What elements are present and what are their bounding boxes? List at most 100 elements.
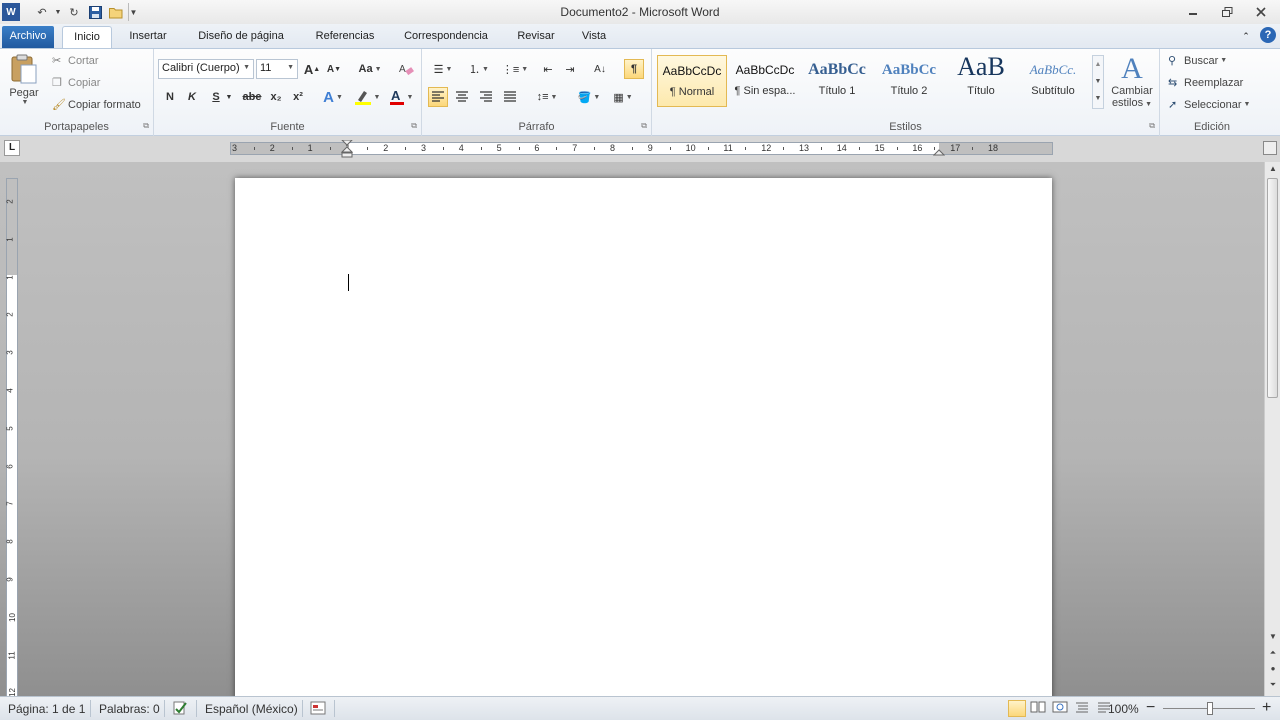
change-styles-label-2-text: estilos xyxy=(1111,97,1144,109)
line-spacing-button[interactable]: ↕≡ ▼ xyxy=(532,87,562,107)
chevron-up-icon[interactable]: ▲ xyxy=(1093,56,1103,73)
zoom-level[interactable]: 100% xyxy=(1108,702,1139,716)
change-styles-button[interactable]: A Cambiar estilos ▼ xyxy=(1108,53,1156,110)
bold-button[interactable]: N xyxy=(160,87,180,107)
borders-button[interactable]: ▦ ▼ xyxy=(608,87,638,107)
macro-record-icon[interactable] xyxy=(310,700,326,719)
font-family-select[interactable]: Calibri (Cuerpo) ▼ xyxy=(158,59,254,79)
cut-button[interactable]: ✂ Cortar xyxy=(52,54,99,68)
previous-page-icon[interactable]: ⏶ xyxy=(1266,646,1280,660)
print-layout-view-icon[interactable] xyxy=(1008,700,1026,717)
svg-text:A: A xyxy=(391,88,401,103)
proofing-icon[interactable] xyxy=(172,700,188,719)
vertical-ruler-number: 5 xyxy=(5,426,15,431)
tab-inicio[interactable]: Inicio xyxy=(62,26,112,48)
close-icon[interactable] xyxy=(1246,2,1276,22)
font-size-select[interactable]: 11 ▼ xyxy=(256,59,298,79)
help-icon[interactable]: ? xyxy=(1260,27,1276,43)
page-count[interactable]: Página: 1 de 1 xyxy=(8,702,85,716)
browse-object-icon[interactable]: ● xyxy=(1266,662,1280,676)
tab-vista[interactable]: Vista xyxy=(572,26,616,48)
tab-correspondencia[interactable]: Correspondencia xyxy=(392,26,500,48)
find-button[interactable]: ⚲ Buscar ▼ xyxy=(1168,54,1227,68)
zoom-out-button[interactable]: − xyxy=(1146,699,1155,717)
format-painter-button[interactable]: 🖌 Copiar formato xyxy=(52,98,141,112)
styles-launcher-icon[interactable]: ⧉ xyxy=(1149,121,1155,131)
select-label: Seleccionar xyxy=(1184,98,1242,111)
restore-icon[interactable] xyxy=(1212,2,1242,22)
bullet-list-icon: ☰ xyxy=(433,63,444,76)
highlight-button[interactable]: ▼ xyxy=(352,87,382,107)
style-title[interactable]: AaB Título xyxy=(946,55,1016,107)
scroll-down-icon[interactable]: ▼ xyxy=(1266,630,1280,644)
minimize-ribbon-icon[interactable]: ⌃ xyxy=(1238,26,1254,48)
language-indicator[interactable]: Español (México) xyxy=(205,702,298,716)
scrollbar-thumb[interactable] xyxy=(1267,178,1278,398)
replace-button[interactable]: ⇆ Reemplazar xyxy=(1168,76,1243,90)
copy-button[interactable]: ❐ Copiar xyxy=(52,76,100,90)
clear-formatting-button[interactable]: A xyxy=(396,59,416,79)
strikethrough-button[interactable]: abe xyxy=(240,87,264,107)
sort-button[interactable]: A↓ xyxy=(590,59,610,79)
format-painter-label: Copiar formato xyxy=(68,98,141,111)
align-center-button[interactable] xyxy=(452,87,472,107)
indent-marker-icon[interactable] xyxy=(341,140,353,158)
underline-dropdown-icon[interactable]: ▼ xyxy=(224,87,234,107)
italic-button[interactable]: K xyxy=(182,87,202,107)
multilevel-list-button[interactable]: ⋮≡ ▼ xyxy=(500,59,530,79)
decrease-indent-button[interactable]: ⇤ xyxy=(538,59,558,79)
increase-indent-button[interactable]: ⇥ xyxy=(560,59,580,79)
next-page-icon[interactable]: ⏷ xyxy=(1266,678,1280,692)
shading-button[interactable]: 🪣 ▼ xyxy=(574,87,604,107)
tab-revisar[interactable]: Revisar xyxy=(508,26,564,48)
tab-insertar[interactable]: Insertar xyxy=(118,26,178,48)
outline-view-icon[interactable] xyxy=(1074,700,1092,717)
align-right-button[interactable] xyxy=(476,87,496,107)
justify-button[interactable] xyxy=(500,87,520,107)
show-formatting-marks-button[interactable]: ¶ xyxy=(624,59,644,79)
horizontal-ruler[interactable]: 321123456789101112131415161718 xyxy=(230,140,1053,158)
zoom-slider-thumb[interactable] xyxy=(1207,702,1213,715)
tab-selector[interactable]: L xyxy=(4,140,20,156)
vertical-ruler[interactable]: 2 1 1 2 3 4 5 6 7 8 9 10 11 12 xyxy=(6,178,18,696)
bullets-button[interactable]: ☰ ▼ xyxy=(428,59,458,79)
right-indent-marker-icon[interactable] xyxy=(933,146,945,156)
superscript-button[interactable]: x² xyxy=(288,87,308,107)
full-screen-reading-view-icon[interactable] xyxy=(1030,700,1048,717)
minimize-icon[interactable] xyxy=(1178,2,1208,22)
style-heading-2[interactable]: AaBbCc Título 2 xyxy=(874,55,944,107)
tab-archivo[interactable]: Archivo xyxy=(2,26,54,48)
font-color-button[interactable]: A ▼ xyxy=(386,87,416,107)
style-heading-1[interactable]: AaBbCc Título 1 xyxy=(802,55,872,107)
ruler-tick xyxy=(669,147,671,150)
view-ruler-button[interactable] xyxy=(1263,141,1277,155)
paragraph-launcher-icon[interactable]: ⧉ xyxy=(641,121,647,131)
underline-button[interactable]: S xyxy=(206,87,226,107)
subscript-button[interactable]: x₂ xyxy=(266,87,286,107)
word-count[interactable]: Palabras: 0 xyxy=(99,702,160,716)
vertical-scrollbar[interactable]: ▲ ▼ ⏶ ● ⏷ xyxy=(1264,162,1280,696)
tab-referencias[interactable]: Referencias xyxy=(304,26,386,48)
paste-button[interactable]: Pegar ▼ xyxy=(6,53,42,109)
web-layout-view-icon[interactable] xyxy=(1052,700,1070,717)
style-normal[interactable]: AaBbCcDc ¶ Normal xyxy=(657,55,727,107)
select-button[interactable]: ➚ Seleccionar ▼ xyxy=(1168,98,1250,112)
align-left-button[interactable] xyxy=(428,87,448,107)
font-launcher-icon[interactable]: ⧉ xyxy=(411,121,417,131)
text-effects-button[interactable]: A ▼ xyxy=(320,87,346,107)
numbering-button[interactable]: ⒈ ▼ xyxy=(464,59,494,79)
ruler-tick xyxy=(594,147,596,150)
change-case-button[interactable]: Aa ▼ xyxy=(356,59,384,79)
style-no-spacing[interactable]: AaBbCcDc ¶ Sin espa... xyxy=(730,55,800,107)
tab-diseno-de-pagina[interactable]: Diseño de página xyxy=(184,26,298,48)
scroll-up-icon[interactable]: ▲ xyxy=(1266,162,1280,176)
grow-font-button[interactable]: A ▲ xyxy=(302,59,322,79)
document-page[interactable] xyxy=(235,178,1052,696)
clipboard-launcher-icon[interactable]: ⧉ xyxy=(143,121,149,131)
shrink-font-button[interactable]: A ▼ xyxy=(324,59,344,79)
more-styles-icon[interactable]: ▼ xyxy=(1093,90,1103,107)
zoom-in-button[interactable]: + xyxy=(1262,699,1271,717)
chevron-down-icon[interactable]: ▼ xyxy=(1093,73,1103,90)
style-subtitle[interactable]: AaBbCc. Subtítulo xyxy=(1018,55,1088,107)
vertical-ruler-number: 7 xyxy=(5,501,15,507)
